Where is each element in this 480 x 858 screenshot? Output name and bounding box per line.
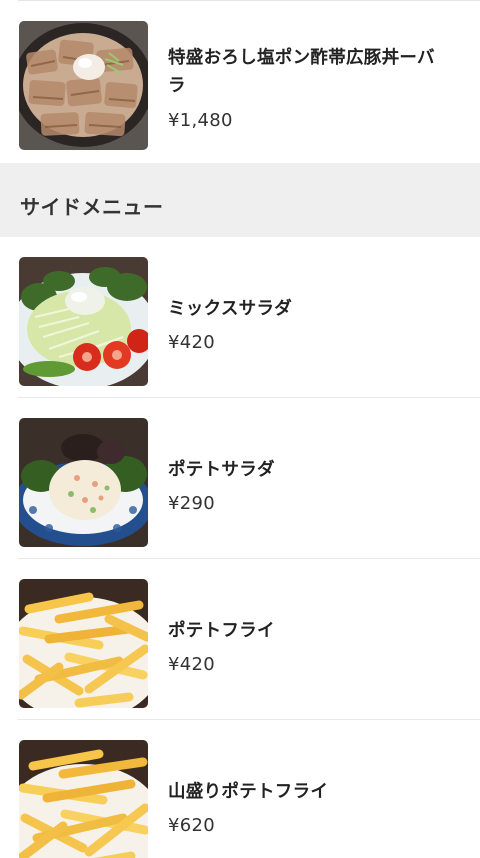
potato-salad-photo — [19, 418, 148, 547]
mixed-salad-photo — [19, 257, 148, 386]
menu-item-large-french-fries[interactable]: 山盛りポテトフライ ¥620 — [0, 720, 480, 858]
large-french-fries-photo — [19, 740, 148, 858]
menu-item-name: ミックスサラダ — [168, 299, 293, 319]
section-header-side-menu: サイドメニュー — [0, 163, 480, 237]
menu-item-price: ¥1,480 — [168, 110, 233, 131]
menu-item-mixed-salad[interactable]: ミックスサラダ ¥420 — [0, 237, 480, 398]
menu-item-price: ¥290 — [168, 493, 216, 514]
menu-item-price: ¥620 — [168, 815, 216, 836]
menu-item-name: ポテトフライ — [168, 621, 275, 641]
menu-item-name: ポテトサラダ — [168, 460, 275, 480]
menu-list: 特盛おろし塩ポン酢帯広豚丼ーバラ ¥1,480 サイドメニュー ミックスサラダ … — [0, 0, 480, 858]
section-title: サイドメニュー — [20, 195, 164, 219]
french-fries-photo — [19, 579, 148, 708]
menu-item-name: 山盛りポテトフライ — [168, 782, 329, 802]
menu-item-price: ¥420 — [168, 332, 216, 353]
menu-item-price: ¥420 — [168, 654, 216, 675]
menu-item-name: 特盛おろし塩ポン酢帯広豚丼ーバラ — [168, 48, 435, 96]
pork-bowl-photo — [19, 21, 148, 150]
menu-item-pork-bowl[interactable]: 特盛おろし塩ポン酢帯広豚丼ーバラ ¥1,480 — [0, 0, 480, 160]
menu-item-potato-salad[interactable]: ポテトサラダ ¥290 — [0, 398, 480, 559]
menu-item-french-fries[interactable]: ポテトフライ ¥420 — [0, 559, 480, 720]
